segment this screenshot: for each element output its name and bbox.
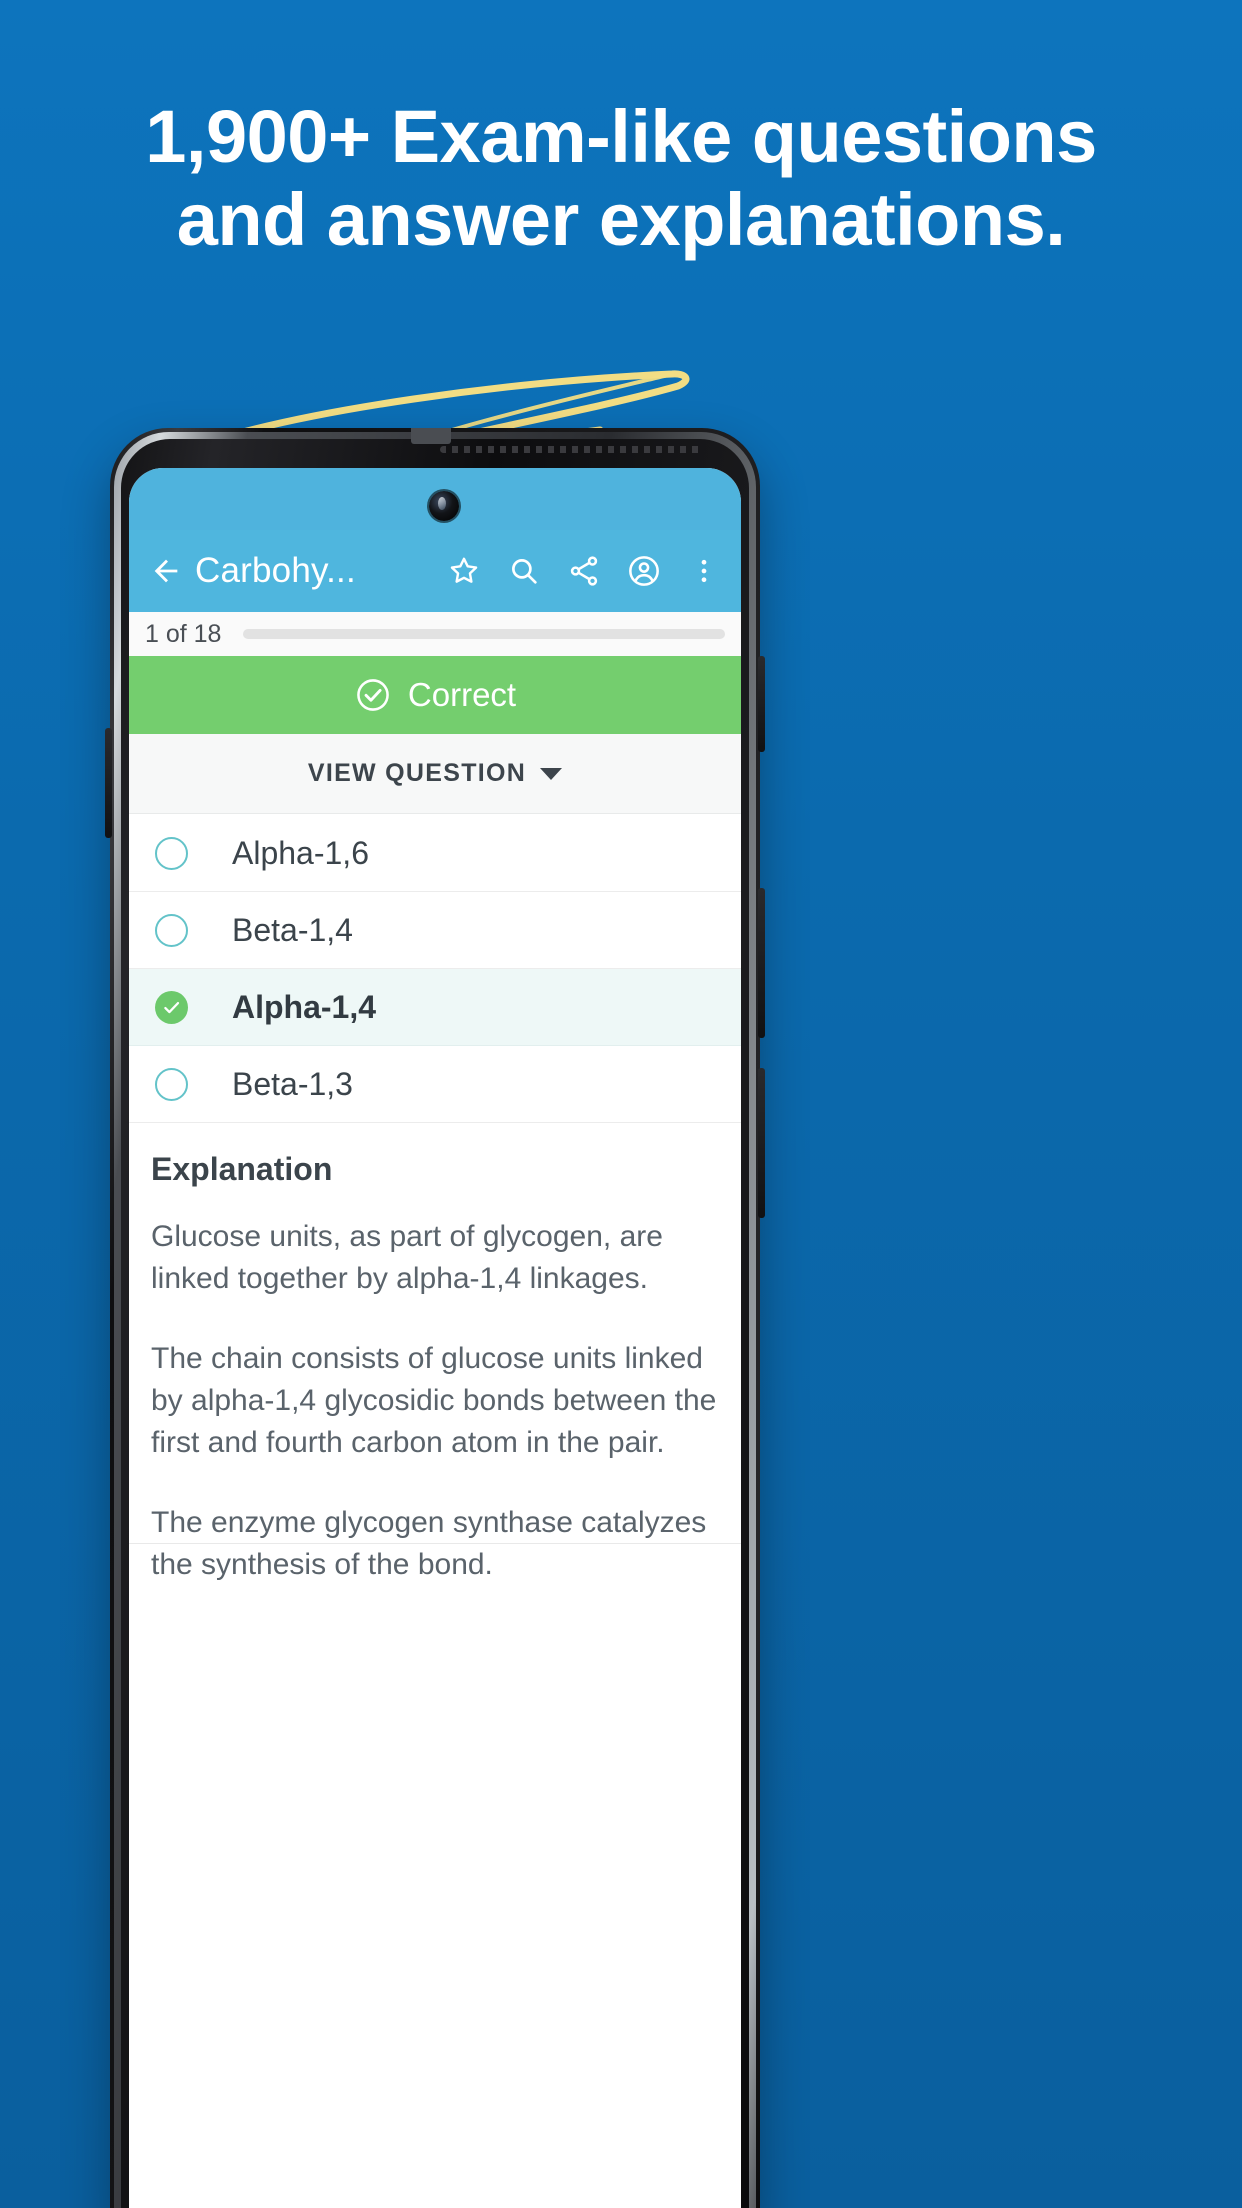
explanation-section: Explanation Glucose units, as part of gl… (129, 1123, 741, 1624)
search-button[interactable] (501, 548, 547, 594)
account-button[interactable] (621, 548, 667, 594)
status-banner: Correct (129, 656, 741, 734)
radio-correct-check-icon (155, 990, 188, 1024)
account-circle-icon (629, 556, 659, 586)
app-bar-actions (441, 548, 727, 594)
promo-screenshot: 1,900+ Exam-like questions and answer ex… (0, 0, 1242, 2208)
answer-option-label: Alpha-1,6 (232, 834, 369, 871)
check-circle-outline-icon (357, 679, 389, 711)
phone-button-volume-down (758, 888, 765, 1038)
phone-button-assistant (105, 728, 112, 838)
check-icon (164, 1001, 180, 1013)
radio-unselected-icon (155, 913, 188, 947)
view-question-label: VIEW QUESTION (307, 759, 527, 787)
progress-label: 1 of 18 (145, 619, 222, 648)
star-outline-icon (450, 557, 478, 583)
overflow-menu-button[interactable] (681, 548, 727, 594)
answer-option-correct[interactable]: Alpha-1,4 (129, 969, 741, 1046)
phone-button-volume-up (758, 656, 765, 752)
explanation-paragraph: The enzyme glycogen synthase catalyzes t… (151, 1506, 707, 1581)
radio-unselected-icon (155, 836, 188, 870)
answer-option-label: Beta-1,4 (232, 911, 353, 948)
more-vert-icon (701, 559, 707, 583)
headline-line-2: and answer explanations. (176, 177, 1066, 261)
progress-bar (243, 629, 725, 639)
answer-option[interactable]: Beta-1,4 (129, 892, 741, 969)
progress-row: 1 of 18 (129, 612, 741, 656)
headline-line-1: 1,900+ Exam-like questions (145, 95, 1097, 178)
app-bar-title: Carbohy... (195, 551, 356, 590)
answer-options-list: Alpha-1,6 Beta-1,4 Alpha-1,4 Beta-1,3 (129, 815, 741, 1123)
back-button[interactable] (143, 548, 189, 594)
earpiece-speaker-grille (440, 446, 702, 453)
favorite-button[interactable] (441, 548, 487, 594)
phone-screen: Carbohy... 1 of 18 Correct VIEW QUESTION… (129, 468, 741, 2208)
view-question-toggle[interactable]: VIEW QUESTION (129, 734, 741, 814)
phone-antenna-band (411, 428, 451, 444)
explanation-title: Explanation (151, 1151, 333, 1187)
radio-unselected-icon (155, 1067, 188, 1101)
content-divider (129, 1543, 741, 1544)
answer-option-label: Alpha-1,4 (232, 988, 377, 1025)
front-camera-punch-hole (429, 491, 459, 521)
answer-option-label: Beta-1,3 (232, 1065, 353, 1102)
status-banner-label: Correct (407, 676, 517, 713)
app-bar: Carbohy... (129, 530, 741, 612)
search-icon (512, 559, 537, 584)
arrow-back-icon (154, 559, 178, 583)
page-title: 1,900+ Exam-like questions and answer ex… (0, 95, 1242, 262)
explanation-paragraph: The chain consists of glucose units link… (151, 1342, 717, 1459)
chevron-down-icon (540, 767, 563, 780)
answer-option[interactable]: Alpha-1,6 (129, 815, 741, 892)
answer-option[interactable]: Beta-1,3 (129, 1046, 741, 1123)
phone-button-power (758, 1068, 765, 1218)
explanation-paragraph: Glucose units, as part of glycogen, are … (151, 1220, 663, 1295)
share-button[interactable] (561, 548, 607, 594)
phone-mockup: Carbohy... 1 of 18 Correct VIEW QUESTION… (105, 428, 765, 2208)
share-icon (570, 556, 598, 586)
